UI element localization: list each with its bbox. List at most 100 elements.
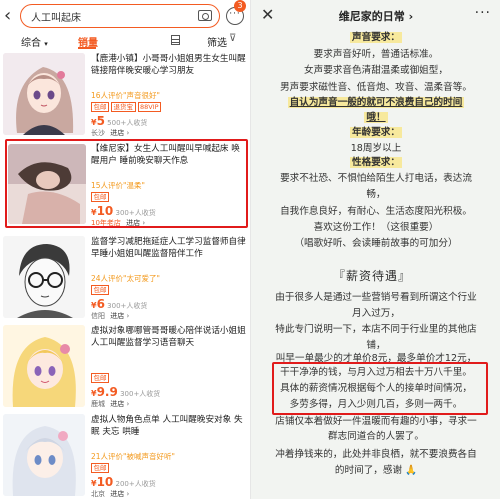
price: ¥6 <box>91 297 105 311</box>
product-image[interactable] <box>3 325 85 407</box>
product-title[interactable]: 虚拟对象哪哪管哥哥暖心陪伴说话小姐姐人工叫醒监督学习语音聊天 <box>91 325 247 361</box>
anime-silver-hair-illustration <box>3 414 85 496</box>
list-item[interactable]: 虚拟人物角色点单 人工叫醒晚安对象 失眠 夫忘 哄睡 21人评价"被喊声音好听"… <box>0 414 250 499</box>
product-info: 【鹿港小镇】小哥哥小姐姐男生女生叫醒链接陪伴晚安暖心学习朋友 16人评价"声音很… <box>91 53 247 138</box>
requirement-heading: 声音要求： <box>350 32 402 43</box>
article-text: 自我作息良好，有耐心、生活态度阳光积极。 <box>280 206 472 217</box>
product-image[interactable] <box>3 53 85 135</box>
sort-tabs: 综合 ▾ 销量 筛选 ⊽ <box>0 32 250 50</box>
enter-store-link[interactable]: 进店 <box>110 490 124 498</box>
product-image[interactable] <box>3 414 85 496</box>
price: ¥9.9 <box>91 385 118 399</box>
list-item[interactable]: 【鹿港小镇】小哥哥小姐姐男生女生叫醒链接陪伴晚安暖心学习朋友 16人评价"声音很… <box>0 53 250 138</box>
tab-filter[interactable]: 筛选 <box>207 34 227 49</box>
requirement-heading: 年龄要求： <box>350 127 402 138</box>
article-text: 要求声音好听，普通话标准。 <box>313 49 439 60</box>
more-menu-icon[interactable]: ··· <box>475 5 491 21</box>
enter-store-link[interactable]: 进店 <box>110 400 124 408</box>
search-query[interactable]: 人工叫起床 <box>31 9 81 24</box>
store-row: 北京 进店 › <box>91 489 247 499</box>
buyers-count: 300+人收货 <box>107 302 148 310</box>
price-row: ¥10 200+人收货 <box>91 475 247 489</box>
buyers-count: 500+人收货 <box>107 119 148 127</box>
glasses-man-sketch <box>3 236 85 318</box>
list-view-icon[interactable] <box>171 35 180 45</box>
enter-store-link[interactable]: 进店 <box>110 129 124 137</box>
chip: 88VIP <box>137 102 162 112</box>
chevron-right-icon: › <box>126 400 130 408</box>
article-text: 冲着挣钱来的，此处并非良栖，就不要浪费各自 <box>275 449 477 460</box>
price-row: ¥6 300+人收货 <box>91 297 247 311</box>
price: ¥5 <box>91 114 105 128</box>
chevron-right-icon: › <box>126 490 130 498</box>
store-location: 鹿城 <box>91 400 105 408</box>
article-text: 店铺仅本着做好一件温暖而有趣的小事，寻求一 <box>275 416 477 427</box>
highlight-box <box>272 362 488 415</box>
chevron-right-icon: › <box>126 312 130 320</box>
chevron-down-icon: ▾ <box>44 40 48 48</box>
store-location: 长沙 <box>91 129 105 137</box>
anime-blonde-girl-illustration <box>3 325 85 407</box>
chip: 包邮 <box>91 102 109 112</box>
review-summary: 21人评价"被喊声音好听" <box>91 452 175 461</box>
product-title[interactable]: 【鹿港小镇】小哥哥小姐姐男生女生叫醒链接陪伴晚安暖心学习朋友 <box>91 53 247 89</box>
price: ¥10 <box>91 475 114 489</box>
article-text: 铺， <box>366 340 386 351</box>
search-input[interactable]: 人工叫起床 <box>20 4 220 28</box>
list-item[interactable]: 监督学习减肥拖延症人工学习监督师自律早睡小姐姐叫醒监督陪伴工作 24人评价"太可… <box>0 236 250 320</box>
article-text: 的时间了，感谢 🙏 <box>334 465 418 476</box>
buyers-count: 200+人收货 <box>115 480 156 488</box>
article-text: 男声要求磁性音、低音炮、攻音、温柔音等。 <box>280 82 472 93</box>
product-title[interactable]: 虚拟人物角色点单 人工叫醒晚安对象 失眠 夫忘 哄睡 <box>91 414 247 450</box>
article-text: （唱歌好听、会读睡前故事的可加分） <box>294 238 458 249</box>
article-text: 月入过万， <box>352 308 400 319</box>
article-text: 特此专门说明一下，本店不同于行业里的其他店 <box>275 324 477 335</box>
highlight-box <box>5 139 248 228</box>
product-info: 监督学习减肥拖延症人工学习监督师自律早睡小姐姐叫醒监督陪伴工作 24人评价"太可… <box>91 236 247 321</box>
article-text: 由于很多人是通过一些营销号看到所谓这个行业 <box>275 292 477 303</box>
chip: 包邮 <box>91 463 109 473</box>
service-chips: 包邮 <box>91 285 247 295</box>
article-text: 要求不社恐、不惧怕给陌生人打电话，表达流 <box>280 173 472 184</box>
chevron-right-icon: › <box>408 10 414 23</box>
store-row: 鹿城 进店 › <box>91 399 247 409</box>
article-text: 女声要求音色清甜温柔或御姐型， <box>304 65 448 76</box>
price-row: ¥5 500+人收货 <box>91 114 247 128</box>
service-chips: 包邮 退货宝 88VIP <box>91 102 247 112</box>
anime-girl-illustration <box>3 53 85 135</box>
product-info: 虚拟对象哪哪管哥哥暖心陪伴说话小姐姐人工叫醒监督学习语音聊天 包邮 ¥9.9 3… <box>91 325 247 409</box>
article-header: ✕ 维尼家的日常 › ··· <box>251 0 500 32</box>
review-summary: 24人评价"太可爱了" <box>91 274 160 283</box>
search-top-bar: ‹ 人工叫起床 ··· 3 <box>0 0 250 32</box>
notification-badge: 3 <box>234 0 246 12</box>
article-text-emphasis: 哦！ <box>364 112 388 123</box>
article-text: 群志同道合的人罢了。 <box>328 431 424 442</box>
product-image[interactable] <box>3 236 85 318</box>
camera-icon[interactable] <box>198 10 212 21</box>
store-row: 长沙 进店 › <box>91 128 247 138</box>
store-location: 北京 <box>91 490 105 498</box>
article-title: 维尼家的日常 › <box>338 10 414 23</box>
enter-store-link[interactable]: 进店 <box>110 312 124 320</box>
store-row: 信阳 进店 › <box>91 311 247 321</box>
product-title[interactable]: 监督学习减肥拖延症人工学习监督师自律早睡小姐姐叫醒监督陪伴工作 <box>91 236 247 272</box>
tab-comprehensive-label: 综合 <box>21 38 41 49</box>
service-chips: 包邮 <box>91 373 247 383</box>
service-chips: 包邮 <box>91 463 247 473</box>
product-tag: 【鹿港小镇】 <box>91 54 143 64</box>
review-summary: 16人评价"声音很好" <box>91 91 160 100</box>
product-info: 虚拟人物角色点单 人工叫醒晚安对象 失眠 夫忘 哄睡 21人评价"被喊声音好听"… <box>91 414 247 499</box>
price-row: ¥9.9 300+人收货 <box>91 385 247 399</box>
article-pane: ✕ 维尼家的日常 › ··· 声音要求： 要求声音好听，普通话标准。 女声要求音… <box>250 0 500 499</box>
chip: 包邮 <box>91 285 109 295</box>
article-text: 畅， <box>366 189 386 200</box>
article-text-emphasis: 自认为声音一般的就可不浪费自己的时间 <box>287 97 465 108</box>
list-item[interactable]: 虚拟对象哪哪管哥哥暖心陪伴说话小姐姐人工叫醒监督学习语音聊天 包邮 ¥9.9 3… <box>0 325 250 409</box>
section-title: 『薪资待遇』 <box>333 269 412 283</box>
back-icon[interactable]: ‹ <box>4 6 18 26</box>
filter-icon[interactable]: ⊽ <box>229 33 236 44</box>
chip: 退货宝 <box>111 102 136 112</box>
chip: 包邮 <box>91 373 109 383</box>
active-tab-indicator <box>78 47 96 49</box>
tab-comprehensive[interactable]: 综合 ▾ <box>21 34 48 49</box>
